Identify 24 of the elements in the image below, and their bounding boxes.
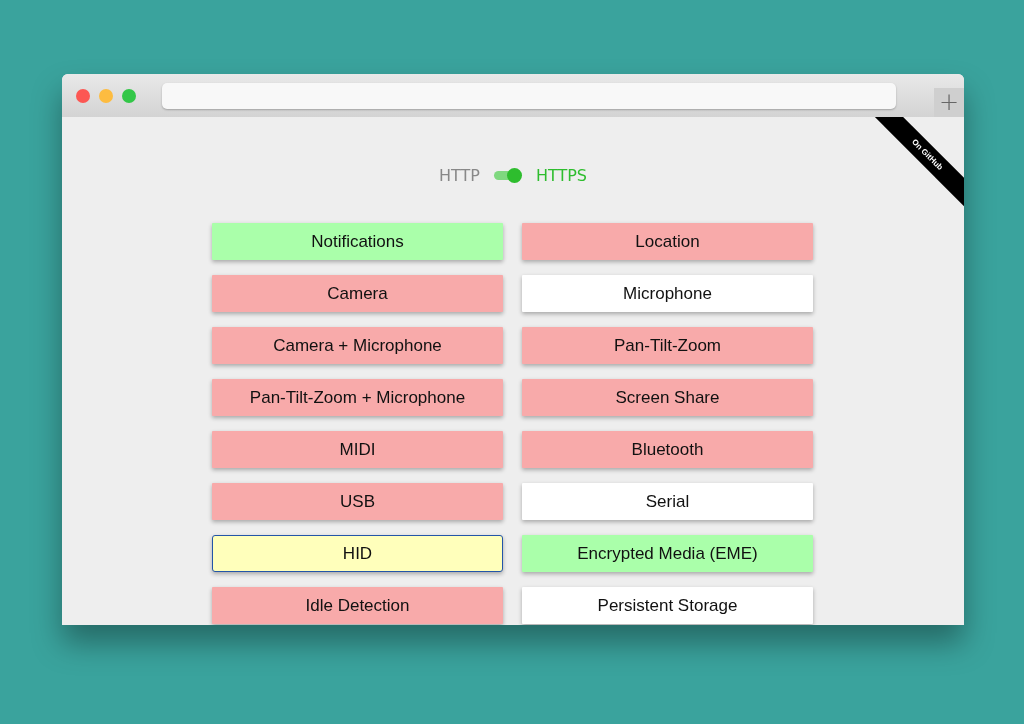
permission-button[interactable]: Notifications — [212, 223, 503, 260]
protocol-switch[interactable] — [493, 168, 522, 182]
close-window-icon[interactable] — [76, 88, 90, 103]
permission-button[interactable]: Bluetooth — [522, 431, 813, 468]
permission-button[interactable]: USB — [212, 483, 503, 520]
new-tab-button[interactable]: + — [934, 88, 964, 117]
permission-button[interactable]: Pan-Tilt-Zoom — [522, 327, 813, 364]
permission-button[interactable]: Pan-Tilt-Zoom + Microphone — [212, 379, 503, 416]
permission-button[interactable]: Camera — [212, 275, 503, 312]
permission-button[interactable]: Encrypted Media (EME) — [522, 535, 813, 572]
permission-button[interactable]: Screen Share — [522, 379, 813, 416]
minimize-window-icon[interactable] — [99, 88, 113, 103]
http-label: HTTP — [438, 165, 480, 185]
permission-button[interactable]: MIDI — [212, 431, 503, 468]
permission-button[interactable]: Serial — [522, 483, 813, 520]
https-label: HTTPS — [535, 165, 588, 185]
address-bar[interactable] — [162, 82, 896, 109]
permission-button[interactable]: Persistent Storage — [522, 587, 813, 624]
permission-button[interactable]: Idle Detection — [212, 587, 503, 624]
permission-button[interactable]: HID — [212, 535, 503, 572]
maximize-window-icon[interactable] — [122, 88, 136, 103]
permission-button[interactable]: Microphone — [522, 275, 813, 312]
permission-button[interactable]: Camera + Microphone — [212, 327, 503, 364]
permission-button[interactable]: Location — [522, 223, 813, 260]
